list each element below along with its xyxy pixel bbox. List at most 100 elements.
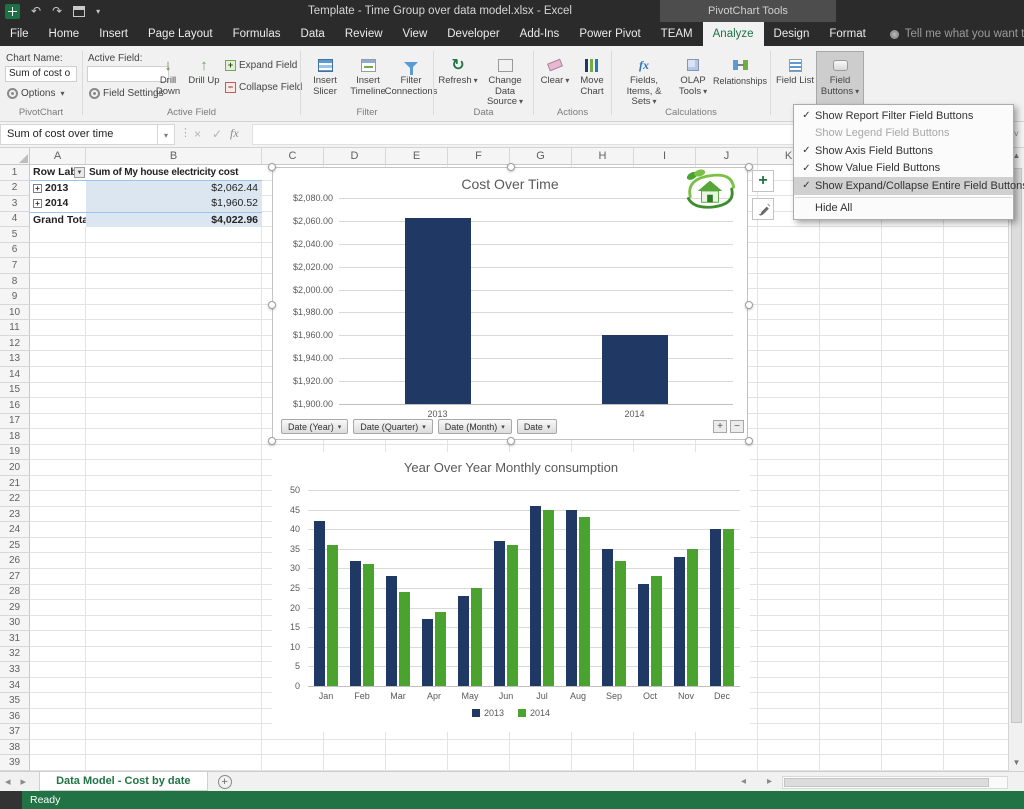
bar-aug-2013[interactable] bbox=[566, 510, 577, 686]
filter-connections-button[interactable]: Filter Connections bbox=[390, 52, 432, 110]
field-buttons-button[interactable]: Field Buttons bbox=[817, 52, 863, 110]
move-chart-button[interactable]: Move Chart bbox=[576, 52, 608, 110]
row-header-29[interactable]: 29 bbox=[0, 600, 30, 616]
pivotchart-cost-over-time[interactable]: Cost Over Time$2,080.00$2,060.00$2,040.0… bbox=[272, 167, 748, 440]
menu-item-2[interactable]: ✓Show Axis Field Buttons bbox=[794, 142, 1013, 160]
bar-nov-2014[interactable] bbox=[687, 549, 698, 686]
pivottable-quick-icon[interactable] bbox=[73, 6, 85, 17]
sheet-tab-active[interactable]: Data Model - Cost by date bbox=[39, 772, 207, 791]
horizontal-scroll-thumb[interactable] bbox=[784, 778, 989, 787]
row-header-14[interactable]: 14 bbox=[0, 367, 30, 383]
enter-icon[interactable]: ✓ bbox=[212, 127, 222, 141]
cell-a1-row-labels[interactable]: Row Labels ▼ bbox=[30, 165, 86, 181]
new-sheet-button[interactable]: + bbox=[218, 775, 232, 789]
row-header-13[interactable]: 13 bbox=[0, 351, 30, 367]
bar-sep-2013[interactable] bbox=[602, 549, 613, 686]
row-header-27[interactable]: 27 bbox=[0, 569, 30, 585]
selection-handle[interactable] bbox=[268, 301, 276, 309]
drill-down-button[interactable]: ↓ Drill Down bbox=[150, 52, 186, 110]
row-header-21[interactable]: 21 bbox=[0, 476, 30, 492]
row-header-23[interactable]: 23 bbox=[0, 507, 30, 523]
bar-mar-2013[interactable] bbox=[386, 576, 397, 686]
row-header-38[interactable]: 38 bbox=[0, 740, 30, 756]
options-button[interactable]: Options bbox=[4, 87, 67, 100]
cell-a3-year[interactable]: + 2014 bbox=[30, 196, 86, 212]
row-header-17[interactable]: 17 bbox=[0, 414, 30, 430]
row-header-30[interactable]: 30 bbox=[0, 616, 30, 632]
selection-handle[interactable] bbox=[507, 437, 515, 445]
row-header-35[interactable]: 35 bbox=[0, 693, 30, 709]
field-button-date-quarter-[interactable]: Date (Quarter) bbox=[353, 419, 433, 434]
selection-handle[interactable] bbox=[507, 163, 515, 171]
tell-me-box[interactable]: Tell me what you want to do... bbox=[890, 22, 1024, 46]
bar-jul-2013[interactable] bbox=[530, 506, 541, 686]
row-header-33[interactable]: 33 bbox=[0, 662, 30, 678]
expand-entire-field-button[interactable]: + bbox=[713, 420, 727, 433]
column-header-e[interactable]: E bbox=[386, 148, 448, 165]
menu-item-4[interactable]: ✓Show Expand/Collapse Entire Field Butto… bbox=[794, 177, 1013, 195]
row-header-22[interactable]: 22 bbox=[0, 491, 30, 507]
row-header-19[interactable]: 19 bbox=[0, 445, 30, 461]
row-header-25[interactable]: 25 bbox=[0, 538, 30, 554]
tab-view[interactable]: View bbox=[393, 22, 438, 46]
cancel-icon[interactable]: × bbox=[194, 127, 201, 141]
qat-customize-icon[interactable]: ▾ bbox=[96, 7, 100, 16]
insert-timeline-button[interactable]: Insert Timeline bbox=[347, 52, 389, 110]
row-header-11[interactable]: 11 bbox=[0, 320, 30, 336]
bar-oct-2014[interactable] bbox=[651, 576, 662, 686]
tab-file[interactable]: File bbox=[0, 22, 39, 46]
field-button-date[interactable]: Date bbox=[517, 419, 558, 434]
bar-nov-2013[interactable] bbox=[674, 557, 685, 686]
row-header-28[interactable]: 28 bbox=[0, 585, 30, 601]
tab-review[interactable]: Review bbox=[335, 22, 393, 46]
bar-aug-2014[interactable] bbox=[579, 517, 590, 686]
tab-team[interactable]: TEAM bbox=[651, 22, 703, 46]
row-header-1[interactable]: 1 bbox=[0, 165, 30, 181]
row-header-26[interactable]: 26 bbox=[0, 553, 30, 569]
bar-feb-2014[interactable] bbox=[363, 564, 374, 686]
name-box-dropdown-icon[interactable]: ▾ bbox=[158, 124, 175, 145]
bar-jun-2014[interactable] bbox=[507, 545, 518, 686]
bar-dec-2013[interactable] bbox=[710, 529, 721, 686]
column-header-b[interactable]: B bbox=[86, 148, 262, 165]
row-header-5[interactable]: 5 bbox=[0, 227, 30, 243]
selection-handle[interactable] bbox=[268, 437, 276, 445]
name-box[interactable]: Sum of cost over time bbox=[0, 124, 158, 145]
tab-nav-right-icon[interactable]: ▸ bbox=[21, 775, 27, 788]
chart-year-over-year-monthly[interactable]: Year Over Year Monthly consumption504540… bbox=[272, 452, 750, 732]
tab-power-pivot[interactable]: Power Pivot bbox=[569, 22, 650, 46]
column-header-i[interactable]: I bbox=[634, 148, 696, 165]
row-header-39[interactable]: 39 bbox=[0, 755, 30, 771]
cell-b2-value[interactable]: $2,062.44 bbox=[86, 181, 262, 197]
bar-dec-2014[interactable] bbox=[723, 529, 734, 686]
row-header-18[interactable]: 18 bbox=[0, 429, 30, 445]
chart-styles-button[interactable] bbox=[752, 198, 774, 220]
selection-handle[interactable] bbox=[268, 163, 276, 171]
excel-icon[interactable] bbox=[5, 4, 20, 19]
collapse-entire-field-button[interactable]: − bbox=[730, 420, 744, 433]
filter-dropdown-icon[interactable]: ▼ bbox=[74, 167, 85, 178]
chart-name-input[interactable]: Sum of cost o bbox=[5, 66, 77, 82]
cell-a2-year[interactable]: + 2013 bbox=[30, 181, 86, 197]
row-header-12[interactable]: 12 bbox=[0, 336, 30, 352]
bar-oct-2013[interactable] bbox=[638, 584, 649, 686]
bar-mar-2014[interactable] bbox=[399, 592, 410, 686]
tab-formulas[interactable]: Formulas bbox=[223, 22, 291, 46]
bar-2013[interactable] bbox=[405, 218, 471, 404]
row-header-2[interactable]: 2 bbox=[0, 181, 30, 197]
formula-bar-expand-icon[interactable]: ˅ bbox=[1014, 129, 1019, 139]
field-button-date-month-[interactable]: Date (Month) bbox=[438, 419, 512, 434]
column-header-g[interactable]: G bbox=[510, 148, 572, 165]
expand-field-button[interactable]: +Expand Field bbox=[222, 59, 300, 72]
olap-tools-button[interactable]: OLAP Tools bbox=[674, 52, 712, 110]
row-header-6[interactable]: 6 bbox=[0, 243, 30, 259]
column-header-a[interactable]: A bbox=[30, 148, 86, 165]
drill-up-button[interactable]: ↑ Drill Up bbox=[188, 52, 220, 110]
row-header-31[interactable]: 31 bbox=[0, 631, 30, 647]
clear-button[interactable]: Clear bbox=[538, 52, 572, 110]
cell-b3-value[interactable]: $1,960.52 bbox=[86, 196, 262, 212]
row-header-9[interactable]: 9 bbox=[0, 289, 30, 305]
tab-design[interactable]: Design bbox=[764, 22, 820, 46]
tab-data[interactable]: Data bbox=[291, 22, 335, 46]
row-header-32[interactable]: 32 bbox=[0, 647, 30, 663]
